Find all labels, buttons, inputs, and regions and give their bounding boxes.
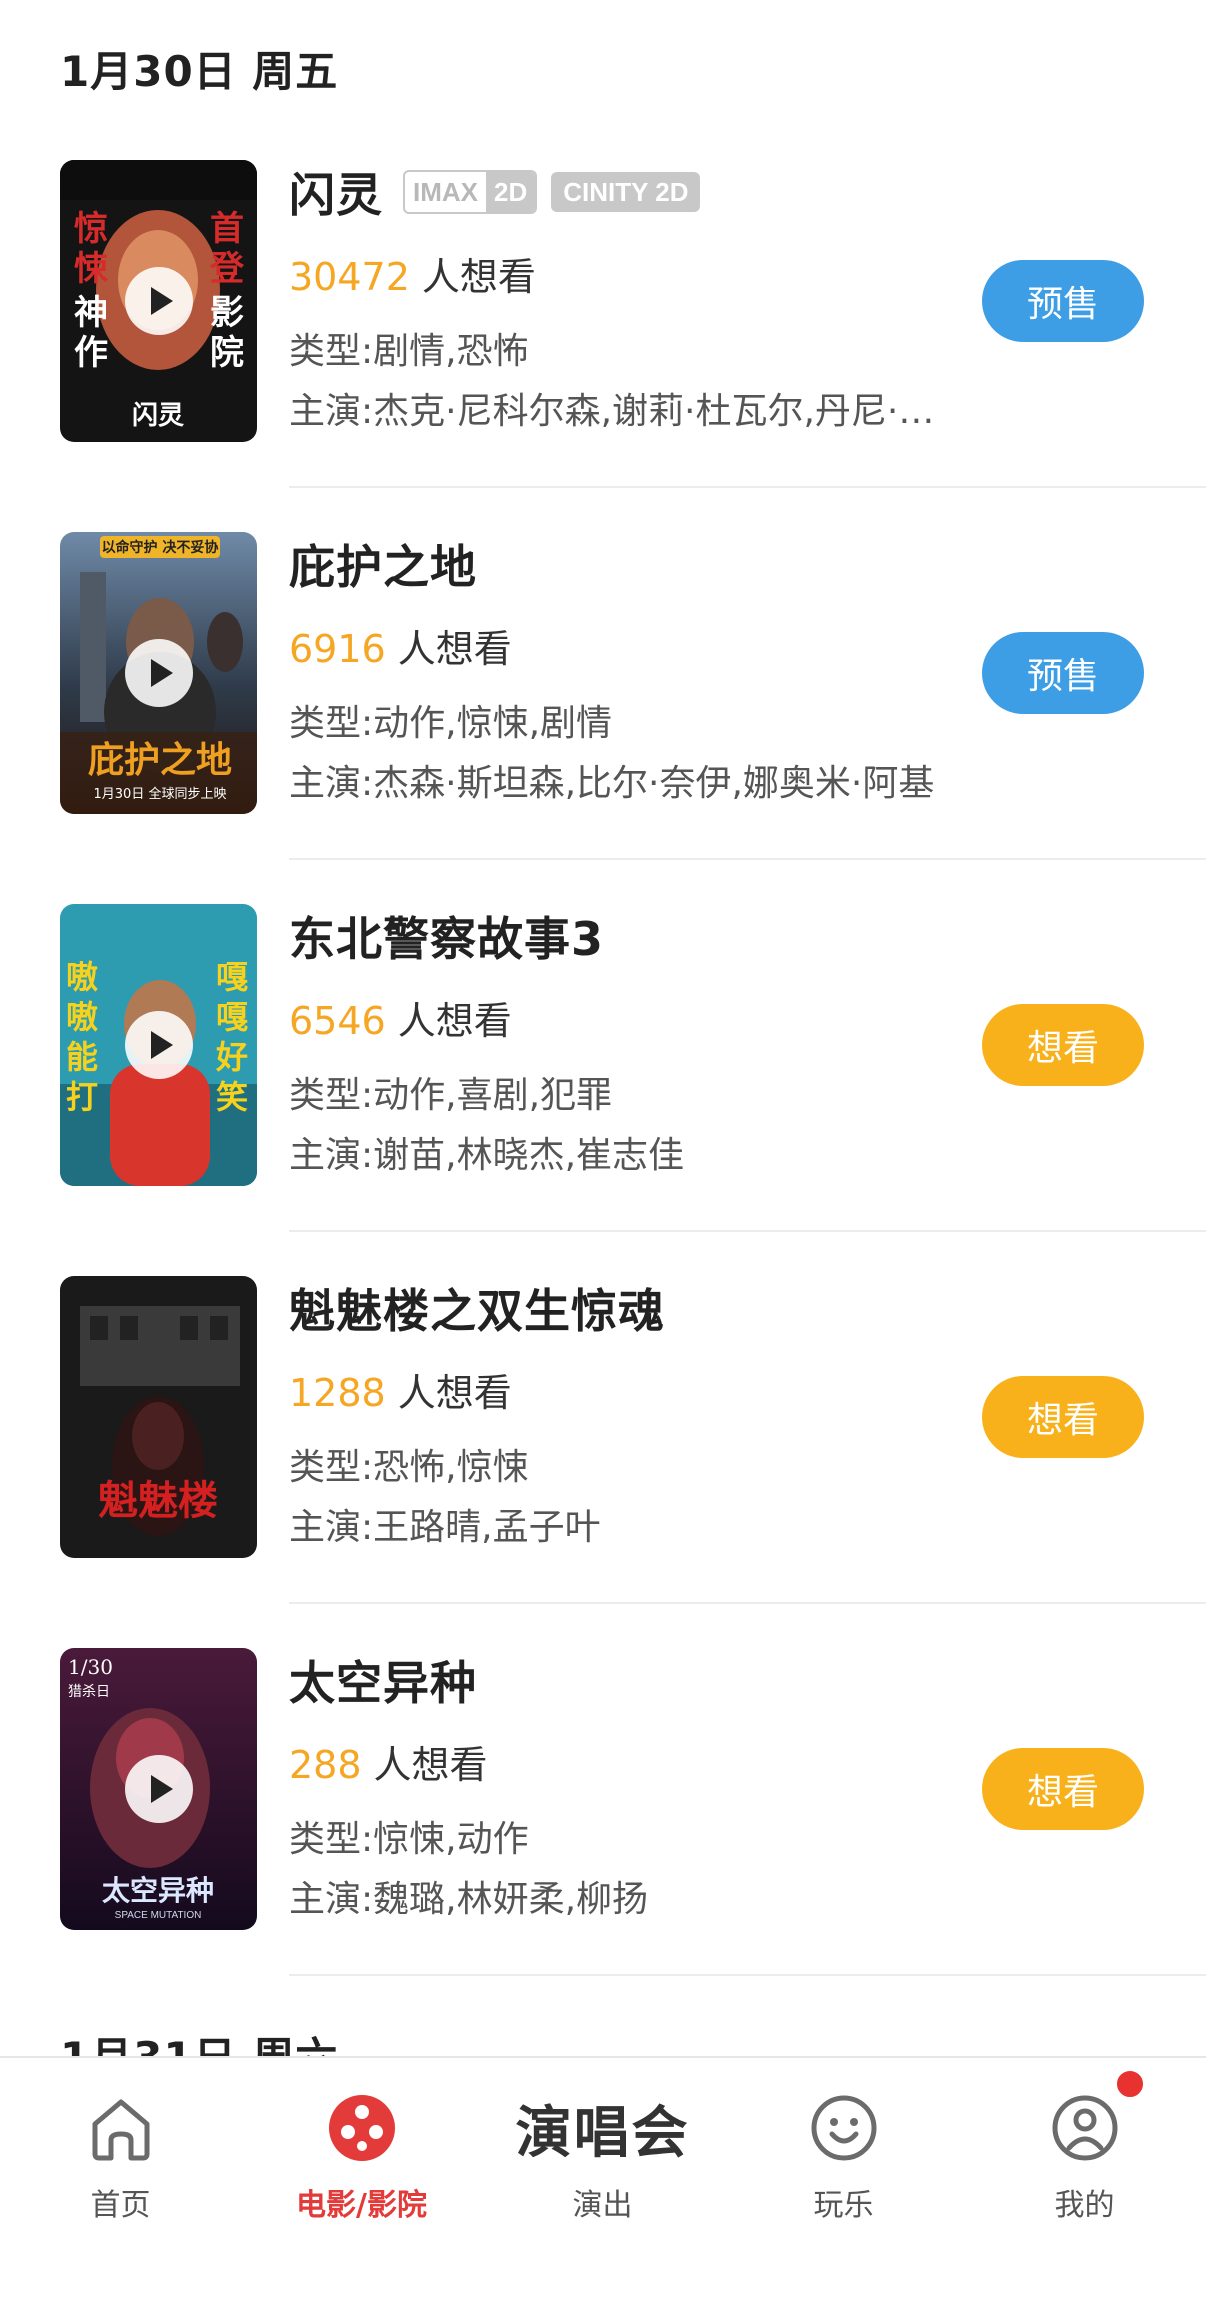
- divider: [289, 1602, 1206, 1604]
- poster-title: 庇护之地: [88, 740, 232, 781]
- smile-icon: [804, 2088, 884, 2168]
- poster-title: 闪灵: [132, 401, 184, 431]
- movie-genre: 类型:惊悚,动作: [289, 1819, 529, 1860]
- want-button[interactable]: 想看: [982, 1748, 1144, 1830]
- tab-home[interactable]: 首页: [0, 2058, 241, 2223]
- movie-genre: 类型:剧情,恐怖: [289, 331, 529, 372]
- tab-label: 电影/影院: [296, 2188, 427, 2223]
- divider: [289, 1974, 1206, 1976]
- want-count: 6546 人想看: [289, 999, 512, 1043]
- poster-title: 魁魅楼: [98, 1477, 218, 1524]
- movie-cast: 主演:魏璐,林妍柔,柳扬: [289, 1879, 649, 1920]
- home-icon: [81, 2088, 161, 2168]
- poster-text: 打: [66, 1078, 98, 1116]
- tab-label: 首页: [90, 2188, 151, 2223]
- play-icon[interactable]: [124, 1755, 193, 1823]
- play-icon[interactable]: [124, 267, 193, 335]
- want-count: 6916 人想看: [289, 627, 512, 671]
- bottom-tab-bar: 首页 电影/影院 演唱会 演出 玩乐 我的: [0, 2056, 1206, 2310]
- tab-movie[interactable]: 电影/影院: [241, 2058, 482, 2223]
- user-icon: [1045, 2088, 1125, 2168]
- poster-text: 嗷: [66, 958, 98, 996]
- movie-poster[interactable]: 1/30 猎杀日 太空异种 SPACE MUTATION: [60, 1648, 257, 1930]
- movie-item[interactable]: 嗷 嗷 能 打 嘎 嘎 好 笑 东北警察故事3 6546 人想看 类型:动作,喜剧…: [0, 904, 1206, 1276]
- date-header: 1月30日 周五: [60, 47, 339, 96]
- poster-text: 以命守护 决不妥协: [102, 539, 219, 556]
- tab-mine[interactable]: 我的: [964, 2058, 1205, 2223]
- movie-item[interactable]: 1/30 猎杀日 太空异种 SPACE MUTATION 太空异种 288 人想看…: [0, 1648, 1206, 2020]
- poster-text: 神: [74, 293, 108, 333]
- movie-item[interactable]: 以命守护 决不妥协 庇护之地 1月30日 全球同步上映 庇护之地 6916 人想看…: [0, 532, 1206, 904]
- movie-item[interactable]: 魁魅楼 魁魅楼之双生惊魂 1288 人想看 类型:恐怖,惊悚 主演:王路晴,孟子叶…: [0, 1276, 1206, 1648]
- tab-label: 演出: [572, 2188, 633, 2223]
- movie-title: 魁魅楼之双生惊魂: [289, 1284, 665, 1338]
- want-count: 1288 人想看: [289, 1371, 512, 1415]
- movie-cast: 主演:王路晴,孟子叶: [289, 1507, 601, 1548]
- movie-poster[interactable]: 嗷 嗷 能 打 嘎 嘎 好 笑: [60, 904, 257, 1186]
- movie-genre: 类型:动作,喜剧,犯罪: [289, 1075, 613, 1116]
- concert-banner-text: 演唱会: [515, 2101, 690, 2166]
- poster-text: 影: [210, 293, 244, 333]
- tab-label: 我的: [1054, 2188, 1115, 2223]
- presale-button[interactable]: 预售: [982, 632, 1144, 714]
- poster-text: 笑: [216, 1078, 248, 1116]
- presale-button[interactable]: 预售: [982, 260, 1144, 342]
- movie-cast: 主演:杰克·尼科尔森,谢莉·杜瓦尔,丹尼·劳埃德: [289, 391, 959, 432]
- poster-text: 能: [66, 1038, 98, 1076]
- notification-dot: [1114, 2068, 1146, 2100]
- tab-label: 玩乐: [813, 2188, 874, 2223]
- poster-title: 太空异种: [102, 1874, 214, 1907]
- imax-2d-badge: IMAX 2D: [403, 170, 538, 214]
- film-reel-icon: [322, 2088, 402, 2168]
- poster-text: 嘎: [216, 958, 248, 996]
- divider: [289, 486, 1206, 488]
- want-button[interactable]: 想看: [982, 1376, 1144, 1458]
- movie-genre: 类型:动作,惊悚,剧情: [289, 703, 613, 744]
- movie-cast: 主演:杰森·斯坦森,比尔·奈伊,娜奥米·阿基: [289, 763, 935, 804]
- tab-concert[interactable]: 演唱会 演出: [482, 2058, 723, 2223]
- poster-text: 首: [210, 209, 244, 249]
- poster-text: 猎杀日: [68, 1684, 110, 1700]
- movie-title: 东北警察故事3: [289, 912, 605, 966]
- movie-item[interactable]: 惊 悚 神 作 首 登 影 院 闪灵 闪灵 IMAX 2D CINITY 2D 3…: [0, 160, 1206, 532]
- want-count: 30472 人想看: [289, 255, 536, 299]
- movie-cast: 主演:谢苗,林晓杰,崔志佳: [289, 1135, 685, 1176]
- poster-text: 嗷: [66, 998, 98, 1036]
- play-icon[interactable]: [124, 1011, 193, 1079]
- play-icon[interactable]: [124, 639, 193, 707]
- movie-poster[interactable]: 以命守护 决不妥协 庇护之地 1月30日 全球同步上映: [60, 532, 257, 814]
- poster-text: 嘎: [216, 998, 248, 1036]
- divider: [289, 858, 1206, 860]
- movie-poster[interactable]: 惊 悚 神 作 首 登 影 院 闪灵: [60, 160, 257, 442]
- poster-text: SPACE MUTATION: [115, 1910, 202, 1921]
- want-button[interactable]: 想看: [982, 1004, 1144, 1086]
- poster-text: 好: [215, 1038, 248, 1076]
- movie-poster[interactable]: 魁魅楼: [60, 1276, 257, 1558]
- movie-title: 庇护之地: [289, 540, 477, 594]
- poster-text: 悚: [74, 249, 108, 289]
- cinity-2d-badge: CINITY 2D: [551, 172, 701, 212]
- tab-fun[interactable]: 玩乐: [723, 2058, 964, 2223]
- divider: [289, 1230, 1206, 1232]
- poster-text: 惊: [74, 209, 108, 249]
- want-count: 288 人想看: [289, 1743, 488, 1787]
- poster-text: 作: [74, 333, 108, 373]
- poster-text: 1/30: [68, 1655, 113, 1679]
- poster-text: 登: [209, 249, 245, 289]
- poster-text: 1月30日 全球同步上映: [94, 786, 227, 802]
- movie-genre: 类型:恐怖,惊悚: [289, 1447, 529, 1488]
- poster-text: 院: [210, 333, 244, 373]
- movie-title: 闪灵: [289, 168, 383, 222]
- movie-title: 太空异种: [289, 1656, 477, 1710]
